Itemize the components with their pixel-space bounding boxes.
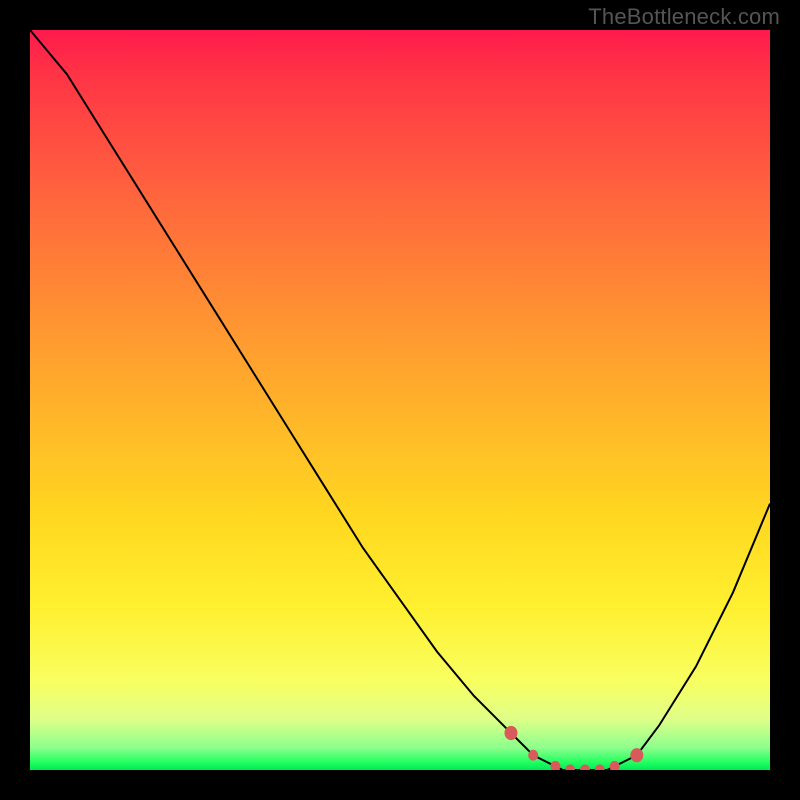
marker-dot — [595, 765, 604, 770]
marker-dot — [631, 749, 643, 762]
marker-dot — [581, 765, 590, 770]
marker-dot — [566, 765, 575, 770]
bottleneck-curve — [30, 30, 770, 770]
marker-dot — [505, 726, 517, 739]
watermark-text: TheBottleneck.com — [588, 4, 780, 30]
marker-dot — [610, 761, 619, 770]
plot-area — [30, 30, 770, 770]
curve-path — [30, 30, 770, 770]
marker-dot — [551, 761, 560, 770]
chart-container: TheBottleneck.com — [0, 0, 800, 800]
marker-dot — [529, 750, 538, 760]
